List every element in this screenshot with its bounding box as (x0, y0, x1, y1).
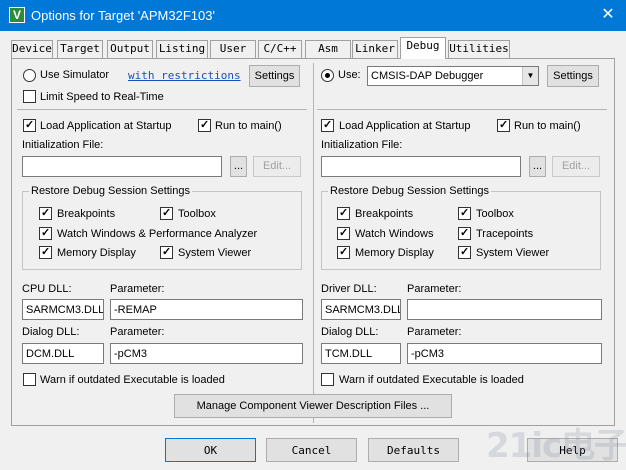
right-load-app-checkbox[interactable] (321, 118, 334, 132)
left-dll2-label: Dialog DLL: (22, 326, 80, 338)
left-dll2-input[interactable]: DCM.DLL (22, 343, 104, 364)
left-param1-input[interactable]: -REMAP (110, 299, 303, 320)
left-memory-checkbox[interactable] (39, 245, 52, 259)
right-memory-label: Memory Display (355, 247, 434, 259)
right-param1-label: Parameter: (407, 283, 462, 295)
right-edit-button[interactable]: Edit... (552, 156, 600, 177)
chevron-down-icon[interactable]: ▼ (522, 67, 538, 85)
left-divider (17, 109, 307, 110)
debugger-select-value: CMSIS-DAP Debugger (371, 70, 484, 82)
right-breakpoints-checkbox[interactable] (337, 206, 350, 220)
left-sysviewer-checkbox[interactable] (160, 245, 173, 259)
left-init-file-input[interactable] (22, 156, 222, 177)
left-warn-checkbox[interactable] (23, 373, 36, 386)
right-watch-label: Watch Windows (355, 228, 434, 240)
right-tracepoints-label: Tracepoints (476, 228, 534, 240)
tab-utilities[interactable]: Utilities (448, 40, 510, 58)
debugger-select[interactable]: CMSIS-DAP Debugger ▼ (367, 66, 539, 86)
left-watch-checkbox[interactable] (39, 226, 52, 240)
right-memory-checkbox[interactable] (337, 245, 350, 259)
use-debugger-radio[interactable] (321, 69, 334, 82)
right-toolbox-label: Toolbox (476, 208, 514, 220)
right-param2-input[interactable]: -pCM3 (407, 343, 602, 364)
right-run-main-label: Run to main() (514, 120, 581, 132)
right-param2-label: Parameter: (407, 326, 462, 338)
tab-asm[interactable]: Asm (305, 40, 351, 58)
left-run-main-label: Run to main() (215, 120, 282, 132)
right-warn-label: Warn if outdated Executable is loaded (339, 374, 524, 386)
tab-debug[interactable]: Debug (400, 37, 446, 59)
right-breakpoints-label: Breakpoints (355, 208, 414, 220)
left-warn-label: Warn if outdated Executable is loaded (40, 374, 225, 386)
ok-button[interactable]: OK (165, 438, 256, 462)
use-simulator-label[interactable]: Use Simulator (40, 69, 109, 82)
defaults-button[interactable]: Defaults (368, 438, 459, 462)
use-label[interactable]: Use: (338, 69, 361, 82)
right-divider (317, 109, 607, 110)
right-tracepoints-checkbox[interactable] (458, 226, 471, 240)
app-icon: V (9, 7, 25, 23)
tab-c-cpp[interactable]: C/C++ (258, 40, 302, 58)
right-watch-checkbox[interactable] (337, 226, 350, 240)
right-load-app-label: Load Application at Startup (339, 120, 471, 132)
left-param1-label: Parameter: (110, 283, 165, 295)
right-run-main-checkbox[interactable] (497, 118, 510, 132)
left-breakpoints-label: Breakpoints (57, 208, 116, 220)
close-icon[interactable]: ✕ (596, 4, 620, 26)
right-browse-button[interactable]: ... (529, 156, 546, 177)
left-edit-button[interactable]: Edit... (253, 156, 301, 177)
tab-linker[interactable]: Linker (352, 40, 398, 58)
tab-user[interactable]: User (210, 40, 256, 58)
left-param2-label: Parameter: (110, 326, 165, 338)
right-sysviewer-label: System Viewer (476, 247, 550, 259)
column-divider (313, 63, 314, 423)
title-bar: V Options for Target 'APM32F103' ✕ (0, 0, 626, 31)
left-sysviewer-label: System Viewer (178, 247, 252, 259)
simulator-settings-button[interactable]: Settings (249, 65, 300, 87)
left-toolbox-checkbox[interactable] (160, 206, 173, 220)
debugger-settings-button[interactable]: Settings (547, 65, 599, 87)
right-dll2-input[interactable]: TCM.DLL (321, 343, 401, 364)
right-dll1-label: Driver DLL: (321, 283, 377, 295)
right-param1-input[interactable] (407, 299, 602, 320)
left-memory-label: Memory Display (57, 247, 136, 259)
left-dll1-label: CPU DLL: (22, 283, 72, 295)
limit-speed-checkbox[interactable] (23, 90, 36, 103)
left-browse-button[interactable]: ... (230, 156, 247, 177)
tab-device[interactable]: Device (11, 40, 53, 58)
left-param2-input[interactable]: -pCM3 (110, 343, 303, 364)
left-dll1-input[interactable]: SARMCM3.DLL (22, 299, 104, 320)
left-load-app-label: Load Application at Startup (40, 120, 172, 132)
left-breakpoints-checkbox[interactable] (39, 206, 52, 220)
right-init-file-input[interactable] (321, 156, 521, 177)
site-watermark: 21ic电子网 (486, 426, 626, 466)
right-sysviewer-checkbox[interactable] (458, 245, 471, 259)
limit-speed-label: Limit Speed to Real-Time (40, 91, 164, 103)
left-watch-label: Watch Windows & Performance Analyzer (57, 228, 258, 240)
left-run-main-checkbox[interactable] (198, 118, 211, 132)
right-toolbox-checkbox[interactable] (458, 206, 471, 220)
restrictions-link[interactable]: with restrictions (128, 69, 241, 82)
left-restore-title: Restore Debug Session Settings (29, 185, 192, 198)
window-title: Options for Target 'APM32F103' (31, 8, 215, 23)
right-dll2-label: Dialog DLL: (321, 326, 379, 338)
right-warn-checkbox[interactable] (321, 373, 334, 386)
tab-output[interactable]: Output (107, 40, 153, 58)
manage-component-viewer-button[interactable]: Manage Component Viewer Description File… (174, 394, 452, 418)
left-load-app-checkbox[interactable] (23, 118, 36, 132)
left-init-file-label: Initialization File: (22, 139, 104, 151)
tab-target[interactable]: Target (57, 40, 103, 58)
cancel-button[interactable]: Cancel (266, 438, 357, 462)
right-init-file-label: Initialization File: (321, 139, 403, 151)
right-restore-title: Restore Debug Session Settings (328, 185, 491, 198)
right-dll1-input[interactable]: SARMCM3.DLL (321, 299, 401, 320)
use-simulator-radio[interactable] (23, 69, 36, 82)
tab-listing[interactable]: Listing (156, 40, 208, 58)
left-toolbox-label: Toolbox (178, 208, 216, 220)
